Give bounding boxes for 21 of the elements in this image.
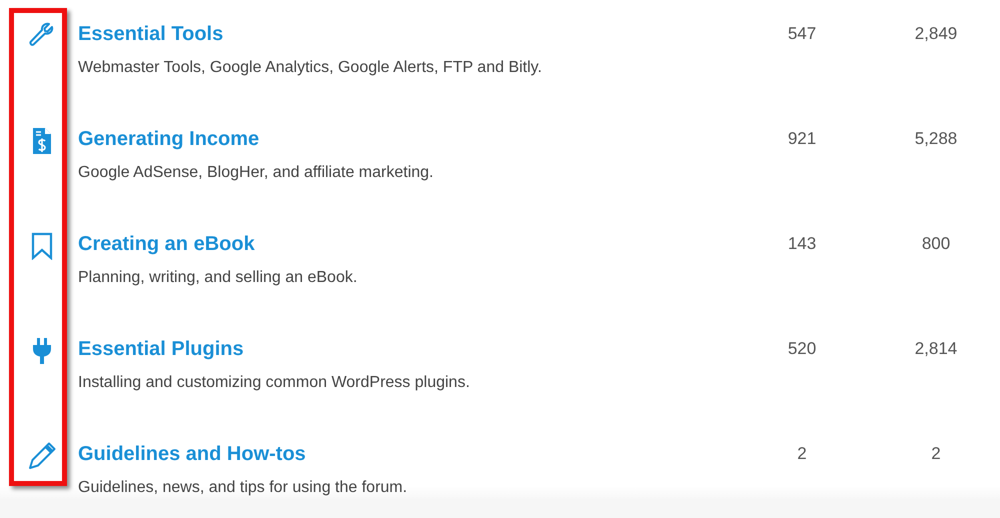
forum-title-link[interactable]: Creating an eBook (78, 232, 255, 256)
forum-title-link[interactable]: Essential Plugins (78, 337, 244, 361)
topic-count: 520 (788, 338, 816, 360)
forum-description: Guidelines, news, and tips for using the forum. (78, 478, 408, 498)
forum-description: Webmaster Tools, Google Analytics, Google Alerts, FTP and Bitly. (78, 58, 542, 78)
post-count: 2,849 (914, 23, 958, 45)
post-count: 5,288 (914, 128, 958, 150)
forum-description: Google AdSense, BlogHer, and affiliate marketing. (78, 163, 434, 183)
post-count: 800 (922, 233, 950, 255)
forum-description: Planning, writing, and selling an eBook. (78, 268, 358, 288)
forum-title-link[interactable]: Essential Tools (78, 22, 224, 46)
topic-count: 921 (788, 128, 816, 150)
post-count: 2 (931, 443, 941, 465)
forum-title-link[interactable]: Guidelines and How-tos (78, 442, 306, 466)
forum-description: Installing and customizing common WordPress plugins. (78, 373, 470, 393)
pencil-icon (28, 442, 56, 470)
topic-count: 143 (788, 233, 816, 255)
topic-count: 547 (788, 23, 816, 45)
forum-title-link[interactable]: Generating Income (78, 127, 260, 151)
topic-count: 2 (797, 443, 807, 465)
post-count: 2,814 (914, 338, 958, 360)
